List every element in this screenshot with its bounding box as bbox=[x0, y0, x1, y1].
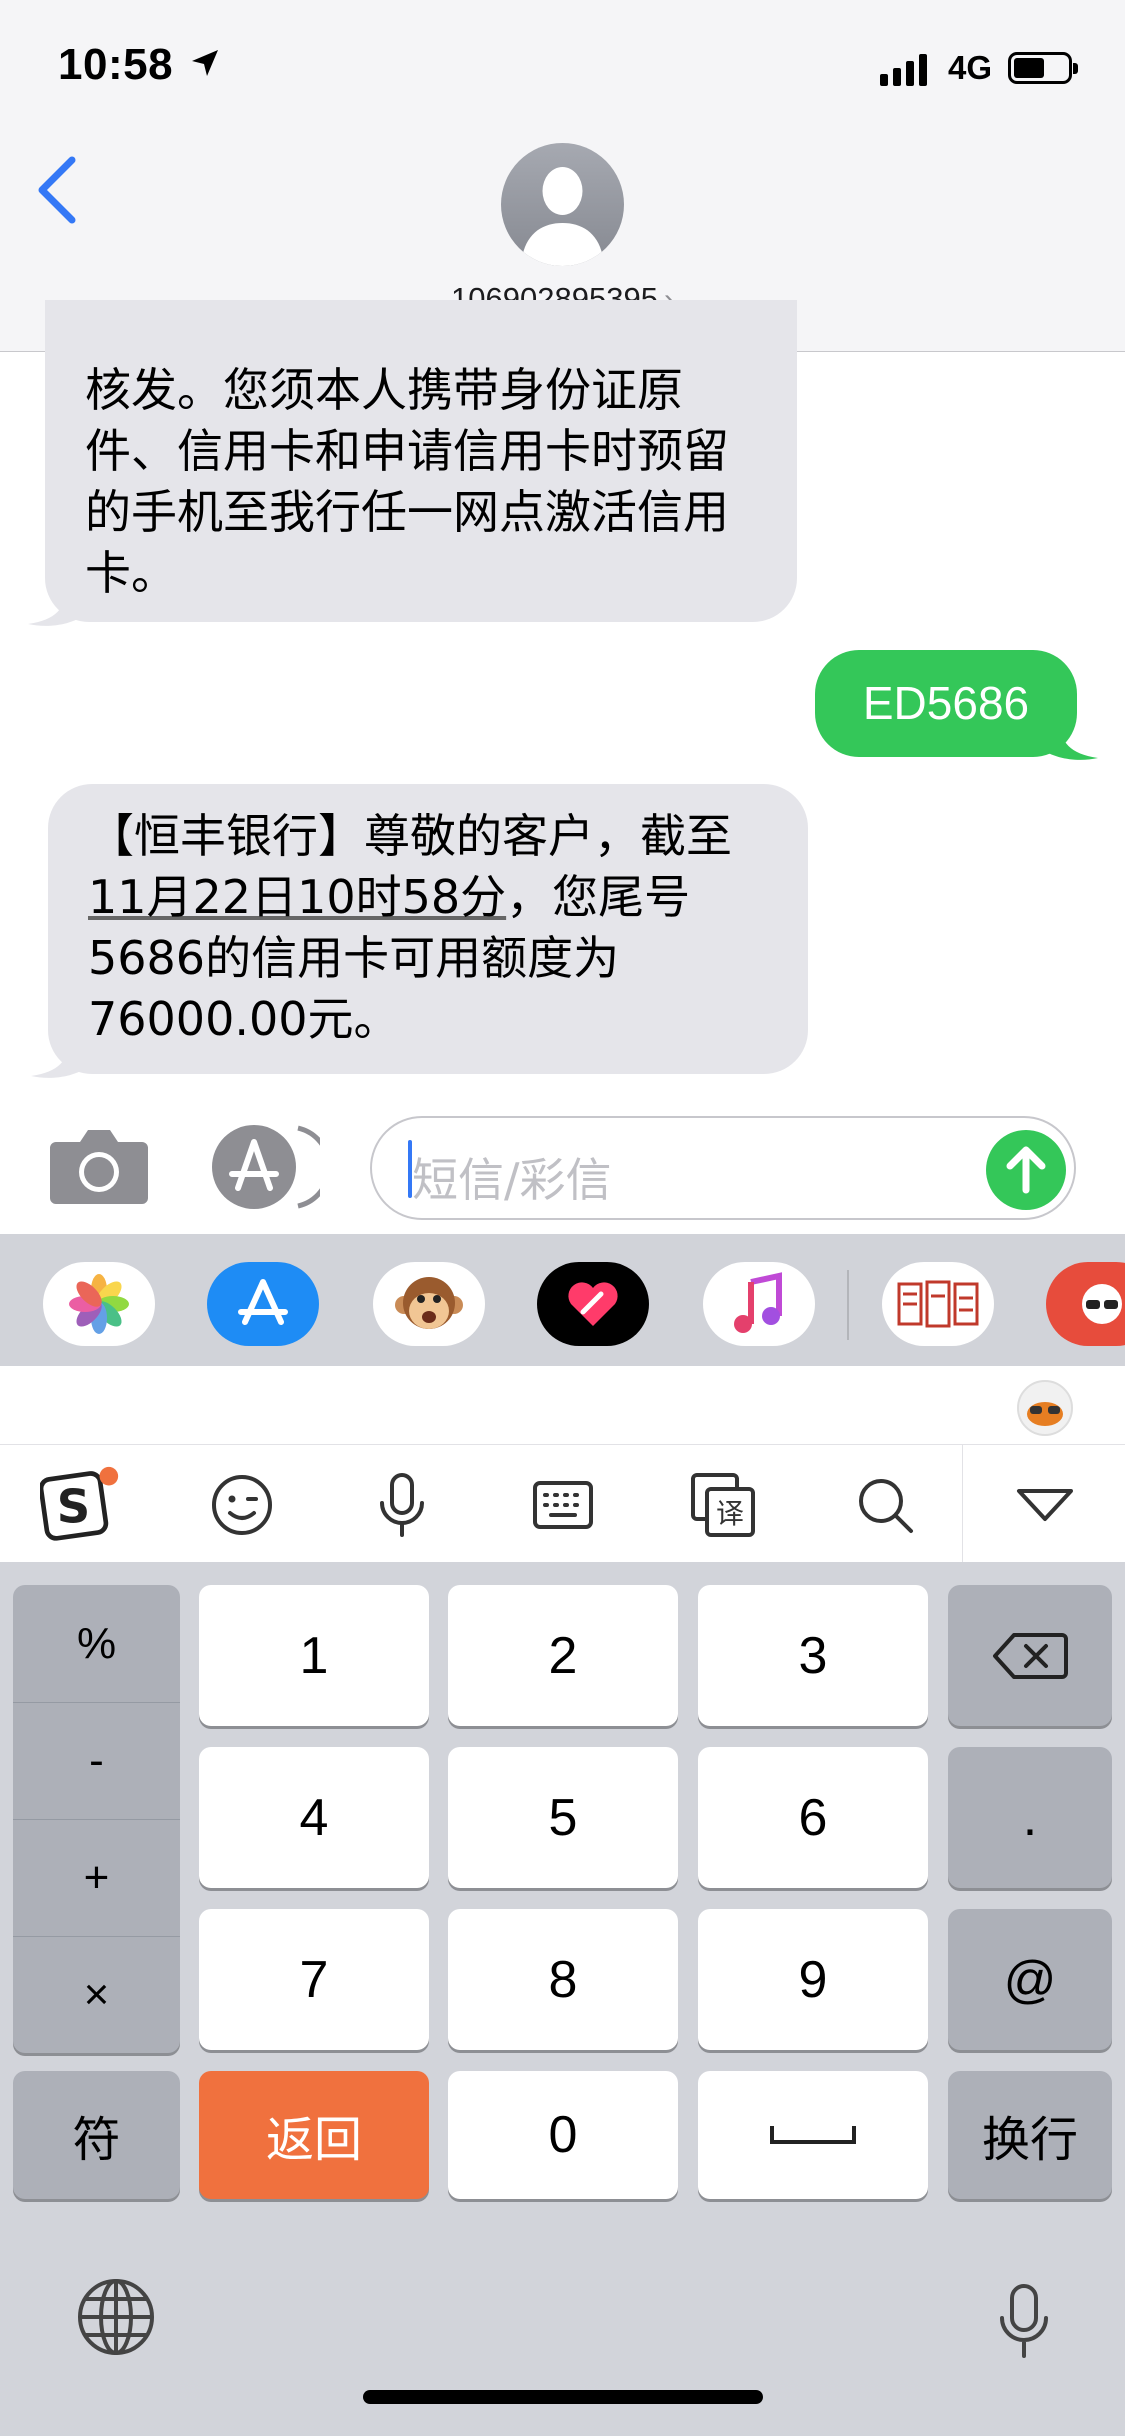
bubble-tail bbox=[1040, 722, 1098, 760]
date-link[interactable]: 11月22日10时58分 bbox=[88, 870, 506, 924]
sogou-sticker-app-button[interactable] bbox=[1046, 1262, 1125, 1346]
key-dot[interactable]: . bbox=[948, 1747, 1112, 1888]
camera-icon[interactable] bbox=[50, 1128, 148, 1204]
ime-toolbar: S 译 bbox=[0, 1444, 1125, 1563]
photos-icon bbox=[69, 1274, 129, 1334]
message-text: 核发。您须本人携带身份证原件、信用卡和申请信用卡时预留的手机至我行任一网点激活信… bbox=[85, 363, 729, 600]
message-input[interactable]: 短信/彩信 bbox=[370, 1116, 1076, 1220]
sticker-app-button[interactable] bbox=[882, 1262, 994, 1346]
key-3[interactable]: 3 bbox=[698, 1585, 928, 1726]
sogou-menu-button[interactable]: S bbox=[40, 1465, 120, 1545]
status-time: 10:58 bbox=[58, 40, 174, 89]
emoji-button[interactable] bbox=[202, 1465, 282, 1545]
music-icon bbox=[734, 1272, 782, 1333]
message-text-prefix: 【恒丰银行】尊敬的客户，截至 bbox=[88, 809, 732, 863]
numeric-keyboard: % - + × 1 2 3 4 5 6 . 7 8 9 @ 符 返回 0 换行 bbox=[0, 1562, 1125, 2436]
globe-icon[interactable] bbox=[76, 2277, 156, 2357]
backspace-key[interactable] bbox=[948, 1585, 1112, 1726]
ime-mascot-icon[interactable] bbox=[1014, 1376, 1076, 1438]
key-at[interactable]: @ bbox=[948, 1909, 1112, 2050]
keyboard-icon bbox=[533, 1481, 593, 1529]
key-plus[interactable]: + bbox=[13, 1819, 180, 1936]
key-5[interactable]: 5 bbox=[448, 1747, 678, 1888]
key-percent[interactable]: % bbox=[13, 1585, 180, 1702]
space-key[interactable] bbox=[698, 2071, 928, 2199]
backspace-icon bbox=[993, 1632, 1068, 1679]
symbol-column: % - + × bbox=[13, 1585, 180, 2053]
network-type: 4G bbox=[948, 49, 993, 86]
translate-icon: 译 bbox=[691, 1473, 755, 1537]
hide-keyboard-button[interactable] bbox=[1005, 1465, 1085, 1545]
message-bubble-incoming[interactable]: 【恒丰银行】尊敬的客户，截至11月22日10时58分，您尾号5686的信用卡可用… bbox=[48, 784, 808, 1074]
svg-text:S: S bbox=[57, 1480, 91, 1534]
svg-text:译: 译 bbox=[716, 1497, 744, 1530]
message-text: ED5686 bbox=[862, 677, 1030, 729]
animoji-app-button[interactable] bbox=[373, 1262, 485, 1346]
key-minus[interactable]: - bbox=[13, 1702, 180, 1819]
app-store-app-button[interactable] bbox=[207, 1262, 319, 1346]
animoji-icon bbox=[395, 1277, 463, 1329]
input-placeholder: 短信/彩信 bbox=[412, 1153, 612, 1207]
key-0[interactable]: 0 bbox=[448, 2071, 678, 2199]
ime-search-button[interactable] bbox=[845, 1465, 925, 1545]
digital-touch-app-button[interactable] bbox=[537, 1262, 649, 1346]
newline-key[interactable]: 换行 bbox=[948, 2071, 1112, 2199]
space-bar-icon bbox=[770, 2126, 856, 2144]
cellular-signal-icon bbox=[880, 54, 927, 86]
key-6[interactable]: 6 bbox=[698, 1747, 928, 1888]
send-button[interactable] bbox=[986, 1130, 1066, 1210]
back-chevron-icon[interactable] bbox=[28, 150, 88, 230]
key-4[interactable]: 4 bbox=[199, 1747, 429, 1888]
bubble-tail bbox=[28, 588, 86, 626]
photos-app-button[interactable] bbox=[43, 1262, 155, 1346]
message-text: 【恒丰银行】尊敬的客户，截至11月22日10时58分，您尾号5686的信用卡可用… bbox=[88, 806, 788, 1050]
key-8[interactable]: 8 bbox=[448, 1909, 678, 2050]
keyboard-switch-button[interactable] bbox=[523, 1465, 603, 1545]
message-bubble-outgoing[interactable]: ED5686 bbox=[815, 650, 1077, 757]
key-multiply[interactable]: × bbox=[13, 1936, 180, 2053]
message-bubble-incoming[interactable]: 核发。您须本人携带身份证原件、信用卡和申请信用卡时预留的手机至我行任一网点激活信… bbox=[45, 300, 797, 622]
music-app-button[interactable] bbox=[703, 1262, 815, 1346]
arrow-up-icon bbox=[1006, 1146, 1046, 1194]
key-7[interactable]: 7 bbox=[199, 1909, 429, 2050]
person-silhouette-icon bbox=[521, 167, 604, 266]
dictation-microphone-icon[interactable] bbox=[994, 2282, 1054, 2360]
tray-divider bbox=[847, 1270, 849, 1340]
sogou-logo-icon: S bbox=[40, 1466, 119, 1541]
location-arrow-icon bbox=[192, 50, 218, 76]
app-store-icon bbox=[238, 1279, 288, 1325]
key-2[interactable]: 2 bbox=[448, 1585, 678, 1726]
ime-suggestion-area bbox=[0, 1366, 1125, 1444]
key-9[interactable]: 9 bbox=[698, 1909, 928, 2050]
sticker-app-icon bbox=[897, 1280, 979, 1328]
app-store-button-icon[interactable] bbox=[210, 1124, 320, 1210]
voice-input-button[interactable] bbox=[362, 1465, 442, 1545]
microphone-icon bbox=[380, 1473, 424, 1537]
digital-touch-icon bbox=[568, 1282, 618, 1326]
emoji-icon bbox=[212, 1475, 272, 1535]
ime-divider bbox=[962, 1445, 963, 1563]
imessage-app-tray bbox=[0, 1234, 1125, 1366]
battery-icon bbox=[1008, 52, 1078, 84]
contact-avatar[interactable] bbox=[501, 143, 624, 266]
translate-button[interactable]: 译 bbox=[683, 1465, 763, 1545]
bubble-tail bbox=[31, 1040, 89, 1078]
home-indicator[interactable] bbox=[363, 2390, 763, 2404]
collapse-icon bbox=[1017, 1489, 1073, 1521]
key-1[interactable]: 1 bbox=[199, 1585, 429, 1726]
symbols-key[interactable]: 符 bbox=[13, 2071, 180, 2199]
return-to-letters-key[interactable]: 返回 bbox=[199, 2071, 429, 2199]
search-icon bbox=[859, 1479, 913, 1533]
sogou-sticker-icon bbox=[1082, 1284, 1122, 1324]
